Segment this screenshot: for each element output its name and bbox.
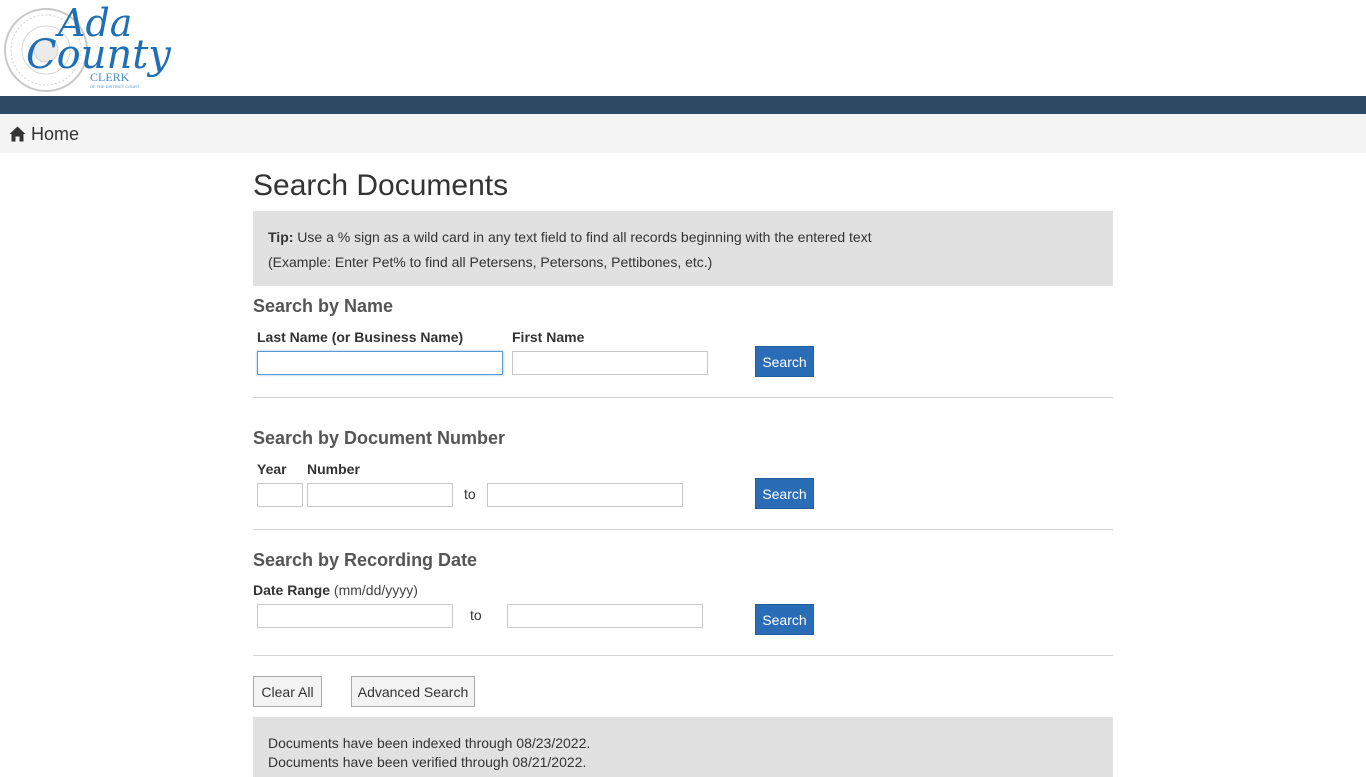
verified-status: Documents have been verified through 08/… <box>268 754 587 770</box>
svg-text:OF THE DISTRICT COURT: OF THE DISTRICT COURT <box>90 84 140 89</box>
date-search-button[interactable]: Search <box>755 604 814 635</box>
breadcrumb <box>0 114 1366 153</box>
document-search-button[interactable]: Search <box>755 478 814 509</box>
date-to-label: to <box>470 607 482 623</box>
date-from-input[interactable] <box>257 604 453 628</box>
section-divider <box>253 655 1113 656</box>
ada-county-clerk-logo[interactable]: Ada County CLERK OF THE DISTRICT COURT <box>2 2 192 94</box>
tip-label: Tip: <box>268 229 294 245</box>
name-search-button[interactable]: Search <box>755 346 814 377</box>
date-format-hint: (mm/dd/yyyy) <box>333 582 418 598</box>
search-by-date-heading: Search by Recording Date <box>253 550 478 570</box>
date-to-input[interactable] <box>507 604 703 628</box>
last-name-input[interactable] <box>257 351 503 375</box>
site-header: Ada County CLERK OF THE DISTRICT COURT <box>0 0 1366 96</box>
date-range-text: Date Range <box>253 582 331 598</box>
date-range-label: Date Range (mm/dd/yyyy) <box>253 581 418 599</box>
tip-box <box>253 211 1113 286</box>
first-name-input[interactable] <box>512 351 708 375</box>
last-name-label: Last Name (or Business Name) <box>257 329 464 345</box>
logo-graphic: Ada County CLERK OF THE DISTRICT COURT <box>4 2 172 92</box>
year-label: Year <box>257 461 287 477</box>
search-by-name-heading: Search by Name <box>253 296 394 316</box>
page-title: Search Documents <box>253 169 509 202</box>
year-input[interactable] <box>257 483 303 507</box>
header-stripe <box>0 96 1366 114</box>
advanced-search-button[interactable]: Advanced Search <box>351 676 475 707</box>
tip-example: (Example: Enter Pet% to find all Peterse… <box>268 254 713 270</box>
number-to-label: to <box>464 486 476 502</box>
tip-body: Use a % sign as a wild card in any text … <box>297 229 872 245</box>
home-link[interactable]: Home <box>9 124 79 144</box>
home-label: Home <box>31 124 80 144</box>
tip-text: Tip: Use a % sign as a wild card in any … <box>268 228 872 246</box>
number-label: Number <box>307 461 360 477</box>
svg-text:CLERK: CLERK <box>90 70 130 84</box>
indexed-status: Documents have been indexed through 08/2… <box>268 735 591 751</box>
section-divider <box>253 529 1113 530</box>
number-from-input[interactable] <box>307 483 453 507</box>
home-icon <box>9 126 26 142</box>
section-divider <box>253 397 1113 398</box>
number-to-input[interactable] <box>487 483 683 507</box>
clear-all-button[interactable]: Clear All <box>253 676 322 707</box>
first-name-label: First Name <box>512 329 585 345</box>
search-by-document-heading: Search by Document Number <box>253 428 506 448</box>
